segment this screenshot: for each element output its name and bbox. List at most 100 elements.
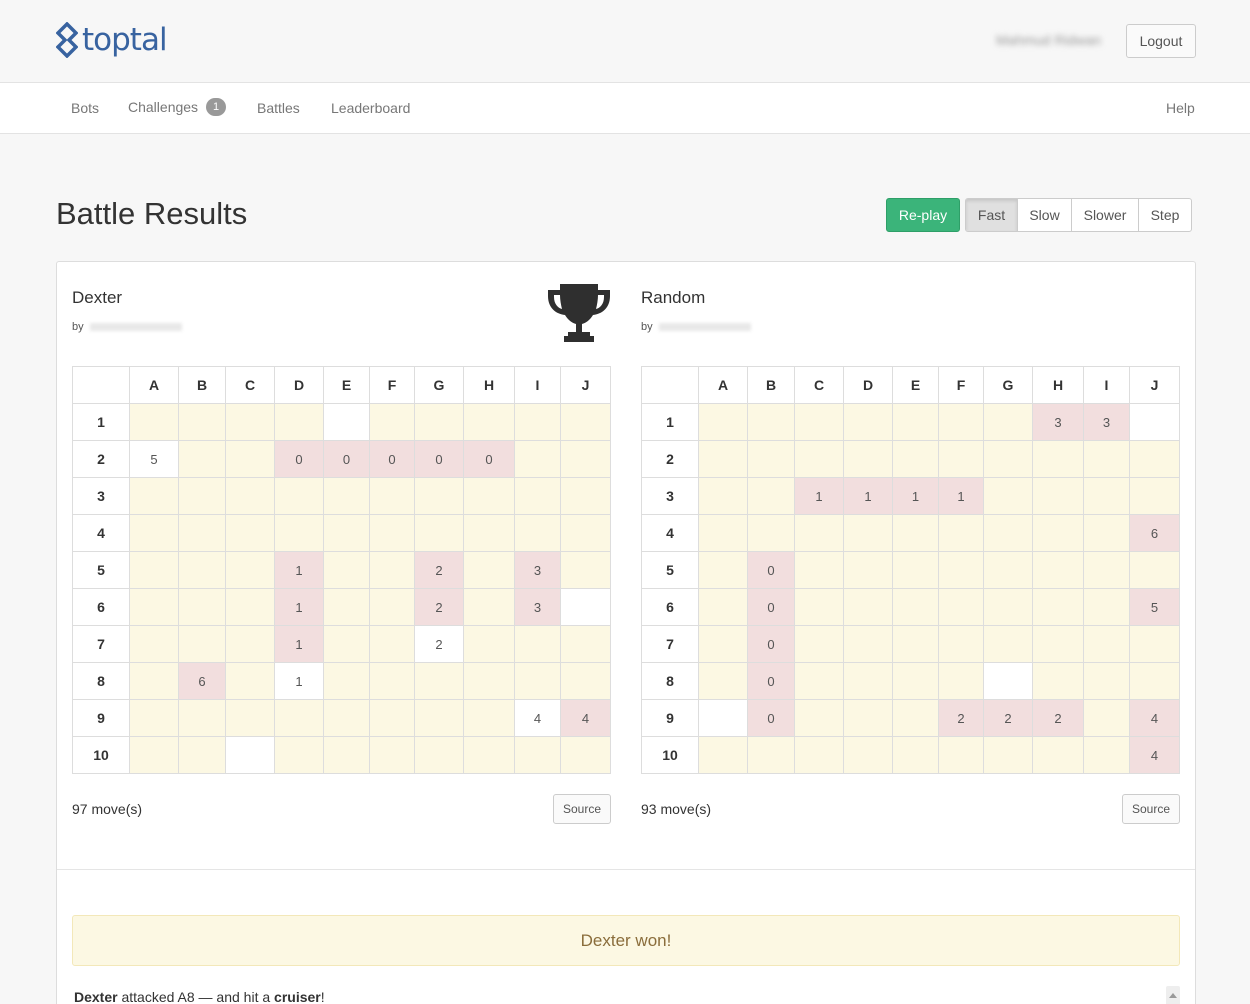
row-header: 5 xyxy=(72,551,130,589)
column-header: C xyxy=(794,366,844,404)
battle-results-panel: Dexter by ABCDEFGHIJ12500000345123612371… xyxy=(56,261,1196,1004)
source-button[interactable]: Source xyxy=(553,794,611,824)
row-header: 4 xyxy=(641,514,699,552)
board-cell xyxy=(323,477,370,515)
board-cell xyxy=(938,403,984,441)
opponent-name[interactable]: Random xyxy=(641,288,705,308)
log-text-end: ! xyxy=(320,989,325,1004)
board-cell xyxy=(514,403,561,441)
board-cell xyxy=(414,736,464,774)
battle-result-alert: Dexter won! xyxy=(72,915,1180,966)
board-cell xyxy=(938,551,984,589)
board-row: 6 1 2 3 xyxy=(72,588,611,626)
board-cell xyxy=(938,662,984,700)
board-cell xyxy=(225,662,275,700)
speed-step-button[interactable]: Step xyxy=(1138,199,1191,231)
board-cell-miss: 1 xyxy=(274,662,324,700)
board-cell xyxy=(794,588,844,626)
board-cell xyxy=(747,514,795,552)
trophy-icon xyxy=(548,284,610,342)
board-cell xyxy=(129,403,179,441)
board-cell xyxy=(1129,440,1180,478)
challenges-count-badge: 1 xyxy=(206,98,227,116)
speed-fast-button[interactable]: Fast xyxy=(966,199,1017,231)
column-header: G xyxy=(983,366,1033,404)
board-cell xyxy=(274,736,324,774)
board-cell xyxy=(1032,551,1084,589)
board-cell xyxy=(463,514,515,552)
board-cell xyxy=(938,588,984,626)
column-header: B xyxy=(178,366,226,404)
by-label: by xyxy=(641,321,653,333)
board-row: 2500000 xyxy=(72,440,611,478)
board-cell xyxy=(1083,662,1130,700)
board-cell-hit: 2 xyxy=(1032,699,1084,737)
nav-item-help[interactable]: Help xyxy=(1166,100,1195,116)
board-cell xyxy=(1129,477,1180,515)
board-cell xyxy=(323,625,370,663)
board-cell xyxy=(794,625,844,663)
board-cell xyxy=(463,736,515,774)
logo[interactable]: toptal xyxy=(56,22,168,58)
board-cell xyxy=(843,514,893,552)
board-cell xyxy=(747,736,795,774)
board-cell xyxy=(747,403,795,441)
board-cell xyxy=(698,477,748,515)
log-ship: cruiser xyxy=(274,989,321,1004)
board-row: 2 xyxy=(641,440,1180,478)
board-cell xyxy=(225,403,275,441)
board-cell xyxy=(560,736,611,774)
board-cell-hit: 4 xyxy=(1129,699,1180,737)
row-header: 1 xyxy=(641,403,699,441)
nav-item-label: Leaderboard xyxy=(331,100,411,116)
board-cell xyxy=(1129,662,1180,700)
board-cell xyxy=(463,403,515,441)
board-cell xyxy=(514,514,561,552)
board-cell-miss xyxy=(1129,403,1180,441)
board-cell-hit: 5 xyxy=(1129,588,1180,626)
column-header: I xyxy=(514,366,561,404)
column-header: G xyxy=(414,366,464,404)
board-cell xyxy=(225,625,275,663)
board-cell xyxy=(843,736,893,774)
board-cell xyxy=(1083,477,1130,515)
speed-slower-button[interactable]: Slower xyxy=(1071,199,1138,231)
board-cell-hit: 2 xyxy=(414,551,464,589)
column-header: D xyxy=(274,366,324,404)
board-cell xyxy=(178,588,226,626)
board-cell xyxy=(892,736,939,774)
board-header-row: ABCDEFGHIJ xyxy=(72,366,611,404)
board-cell xyxy=(794,699,844,737)
nav-item-bots[interactable]: Bots xyxy=(71,100,99,116)
board-cell xyxy=(892,440,939,478)
nav-item-battles[interactable]: Battles xyxy=(257,100,300,116)
board-cell xyxy=(178,736,226,774)
source-button[interactable]: Source xyxy=(1122,794,1180,824)
speed-slow-button[interactable]: Slow xyxy=(1017,199,1071,231)
nav-item-leaderboard[interactable]: Leaderboard xyxy=(331,100,410,116)
board-cell xyxy=(560,514,611,552)
player-name[interactable]: Dexter xyxy=(72,288,122,308)
board-cell xyxy=(129,699,179,737)
board-cell xyxy=(938,625,984,663)
logout-button[interactable]: Logout xyxy=(1126,24,1196,58)
board-cell-hit: 3 xyxy=(514,551,561,589)
board-corner xyxy=(72,366,130,404)
replay-button[interactable]: Re-play xyxy=(886,198,960,232)
board-cell xyxy=(560,625,611,663)
board-cell xyxy=(463,625,515,663)
board-cell xyxy=(843,662,893,700)
log-scroll-up-arrow[interactable] xyxy=(1166,986,1180,1004)
logo-text: toptal xyxy=(82,22,168,58)
column-header: A xyxy=(698,366,748,404)
nav-item-label: Battles xyxy=(257,100,300,116)
board-cell xyxy=(369,625,415,663)
nav-item-challenges[interactable]: Challenges 1 xyxy=(128,98,227,116)
board-cell xyxy=(129,662,179,700)
column-header: C xyxy=(225,366,275,404)
board-cell xyxy=(514,662,561,700)
board-cell xyxy=(938,440,984,478)
board-cell xyxy=(1032,662,1084,700)
row-header: 7 xyxy=(72,625,130,663)
row-header: 9 xyxy=(72,699,130,737)
